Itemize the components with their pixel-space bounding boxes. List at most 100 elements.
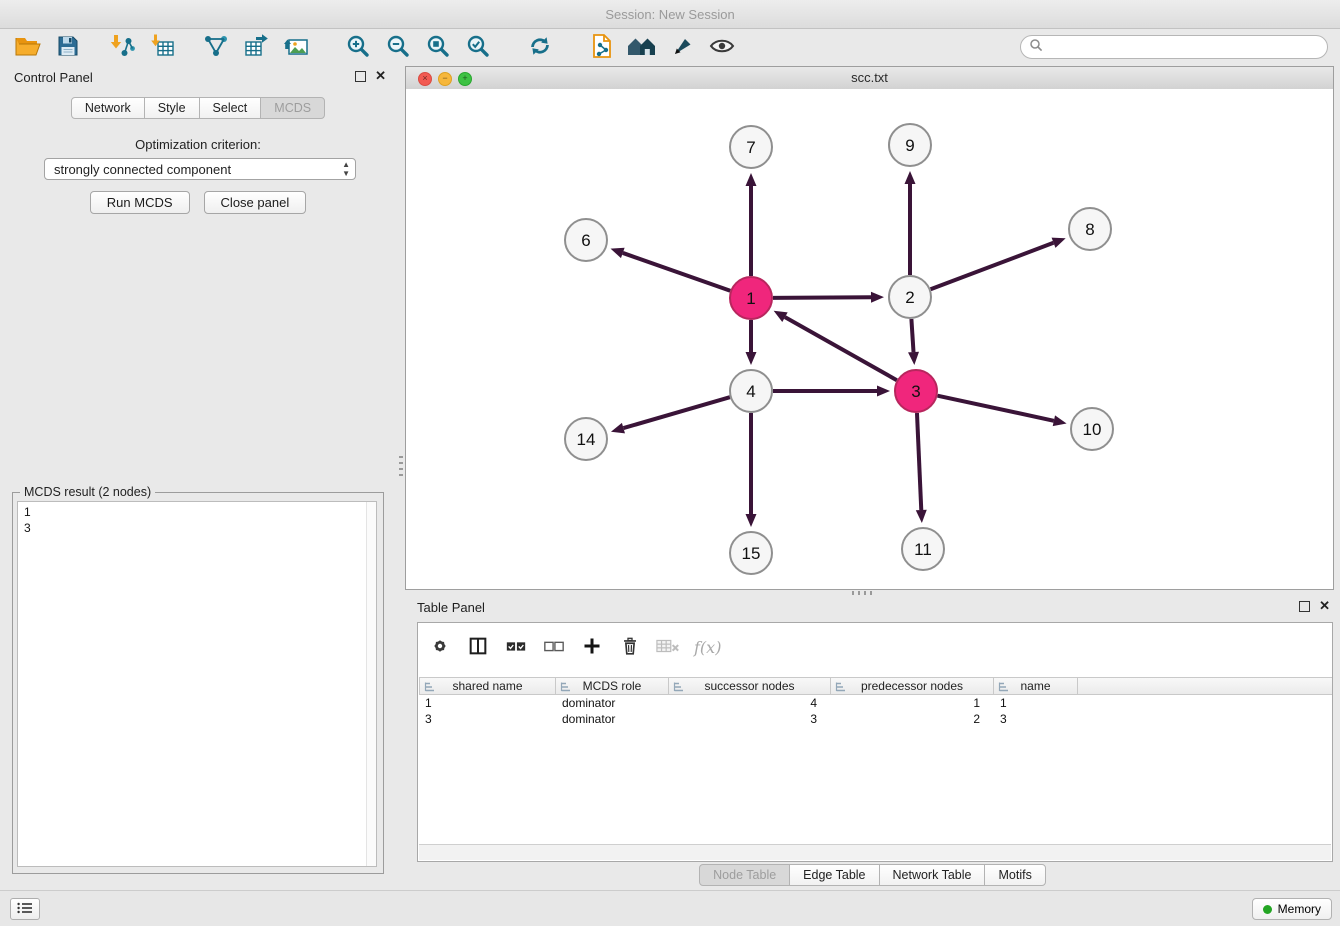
control-tab-style[interactable]: Style — [144, 97, 200, 119]
mcds-result-value: 3 — [24, 520, 376, 536]
annotation-button[interactable] — [662, 31, 702, 63]
table-settings-button[interactable] — [424, 632, 456, 662]
save-session-button[interactable] — [48, 31, 88, 63]
node-label: 15 — [742, 544, 761, 563]
share-session-button[interactable] — [582, 31, 622, 63]
column-header-name[interactable]: name — [994, 677, 1078, 695]
graph-node-11[interactable]: 11 — [902, 528, 944, 570]
run-mcds-button[interactable]: Run MCDS — [90, 191, 190, 214]
column-tree-icon — [835, 681, 846, 696]
node-label: 3 — [911, 382, 920, 401]
column-header-MCDS-role[interactable]: MCDS role — [556, 677, 669, 695]
graph-node-4[interactable]: 4 — [730, 370, 772, 412]
column-header-shared-name[interactable]: shared name — [419, 677, 556, 695]
network-canvas[interactable]: 7 9 6 8 1 2 4 3 14 10 15 11 — [406, 89, 1333, 589]
zoom-fit-button[interactable] — [418, 31, 458, 63]
show-panels-button[interactable] — [10, 898, 40, 920]
graph-node-10[interactable]: 10 — [1071, 408, 1113, 450]
memory-button[interactable]: Memory — [1252, 898, 1332, 920]
zoom-selected-button[interactable] — [458, 31, 498, 63]
float-panel-icon[interactable] — [355, 71, 366, 82]
delete-column-button[interactable] — [614, 632, 646, 662]
memory-label: Memory — [1278, 902, 1321, 916]
node-label: 1 — [746, 289, 755, 308]
graph-node-9[interactable]: 9 — [889, 124, 931, 166]
close-table-panel-icon[interactable]: ✕ — [1319, 600, 1330, 612]
column-header-successor-nodes[interactable]: successor nodes — [669, 677, 831, 695]
vertical-splitter-handle[interactable] — [399, 452, 403, 476]
table-panel-content: f(x) shared nameMCDS rolesuccessor nodes… — [417, 622, 1333, 862]
table-tab-node-table[interactable]: Node Table — [699, 864, 790, 886]
zoom-selected-icon — [466, 34, 490, 61]
open-folder-icon — [14, 35, 42, 60]
horizontal-splitter-handle[interactable] — [852, 591, 876, 595]
edge-arrowhead — [1052, 238, 1066, 248]
zoom-out-button[interactable] — [378, 31, 418, 63]
delete-table-icon — [656, 637, 680, 658]
network-window-titlebar[interactable]: × − + scc.txt — [406, 67, 1333, 90]
table-tab-network-table[interactable]: Network Table — [879, 864, 986, 886]
search-box[interactable] — [1020, 35, 1328, 59]
gear-icon — [429, 635, 451, 660]
deselect-all-button[interactable] — [538, 632, 570, 662]
column-tree-icon — [560, 681, 571, 696]
network-tools-button[interactable] — [196, 31, 236, 63]
refresh-button[interactable] — [520, 31, 560, 63]
export-table-icon — [244, 34, 269, 61]
open-session-button[interactable] — [8, 31, 48, 63]
show-hide-graphics-button[interactable] — [702, 31, 742, 63]
edge-4-14[interactable] — [623, 397, 729, 428]
control-tab-mcds[interactable]: MCDS — [260, 97, 325, 119]
graph-node-6[interactable]: 6 — [565, 219, 607, 261]
edge-arrowhead — [746, 514, 757, 527]
network-graph[interactable]: 7 9 6 8 1 2 4 3 14 10 15 11 — [406, 89, 1333, 589]
table-cell: 1 — [994, 695, 1078, 711]
export-table-button[interactable] — [236, 31, 276, 63]
graph-node-1[interactable]: 1 — [730, 277, 772, 319]
criterion-dropdown[interactable]: strongly connected component ▲▼ — [44, 158, 356, 180]
table-tab-edge-table[interactable]: Edge Table — [789, 864, 879, 886]
table-row[interactable]: 3dominator323 — [419, 711, 1331, 727]
edge-1-2[interactable] — [773, 297, 871, 298]
table-horizontal-scrollbar[interactable] — [419, 844, 1331, 860]
table-row[interactable]: 1dominator411 — [419, 695, 1331, 711]
list-icon — [17, 902, 33, 917]
graph-node-8[interactable]: 8 — [1069, 208, 1111, 250]
export-image-button[interactable] — [276, 31, 316, 63]
show-columns-button[interactable] — [462, 632, 494, 662]
table-cell: dominator — [556, 695, 669, 711]
graph-node-7[interactable]: 7 — [730, 126, 772, 168]
graph-node-3[interactable]: 3 — [895, 370, 937, 412]
double-house-icon — [627, 35, 657, 60]
import-table-button[interactable] — [142, 31, 182, 63]
graph-node-14[interactable]: 14 — [565, 418, 607, 460]
window-titlebar[interactable]: Session: New Session — [0, 0, 1340, 29]
mcds-result-list[interactable]: 13 — [17, 501, 377, 867]
select-all-button[interactable] — [500, 632, 532, 662]
control-tab-network[interactable]: Network — [71, 97, 145, 119]
column-header-empty — [1078, 677, 1332, 695]
delete-table-button[interactable] — [652, 632, 684, 662]
add-column-button[interactable] — [576, 632, 608, 662]
graph-node-15[interactable]: 15 — [730, 532, 772, 574]
table-panel: Table Panel ✕ — [405, 596, 1340, 890]
edge-3-11[interactable] — [917, 413, 921, 510]
edge-1-6[interactable] — [623, 253, 730, 291]
edge-arrowhead — [908, 352, 919, 365]
search-input[interactable] — [1043, 39, 1319, 55]
close-panel-button[interactable]: Close panel — [204, 191, 307, 214]
close-panel-icon[interactable]: ✕ — [375, 70, 386, 82]
edge-2-3[interactable] — [911, 319, 913, 352]
network-home-button[interactable] — [622, 31, 662, 63]
zoom-in-button[interactable] — [338, 31, 378, 63]
column-header-predecessor-nodes[interactable]: predecessor nodes — [831, 677, 994, 695]
function-builder-label[interactable]: f(x) — [690, 638, 721, 657]
edge-3-10[interactable] — [938, 396, 1054, 421]
edge-2-8[interactable] — [931, 243, 1054, 289]
graph-node-2[interactable]: 2 — [889, 276, 931, 318]
import-network-button[interactable] — [102, 31, 142, 63]
control-tab-select[interactable]: Select — [199, 97, 262, 119]
float-table-panel-icon[interactable] — [1299, 601, 1310, 612]
edge-3-1[interactable] — [785, 317, 897, 380]
table-tab-motifs[interactable]: Motifs — [984, 864, 1045, 886]
